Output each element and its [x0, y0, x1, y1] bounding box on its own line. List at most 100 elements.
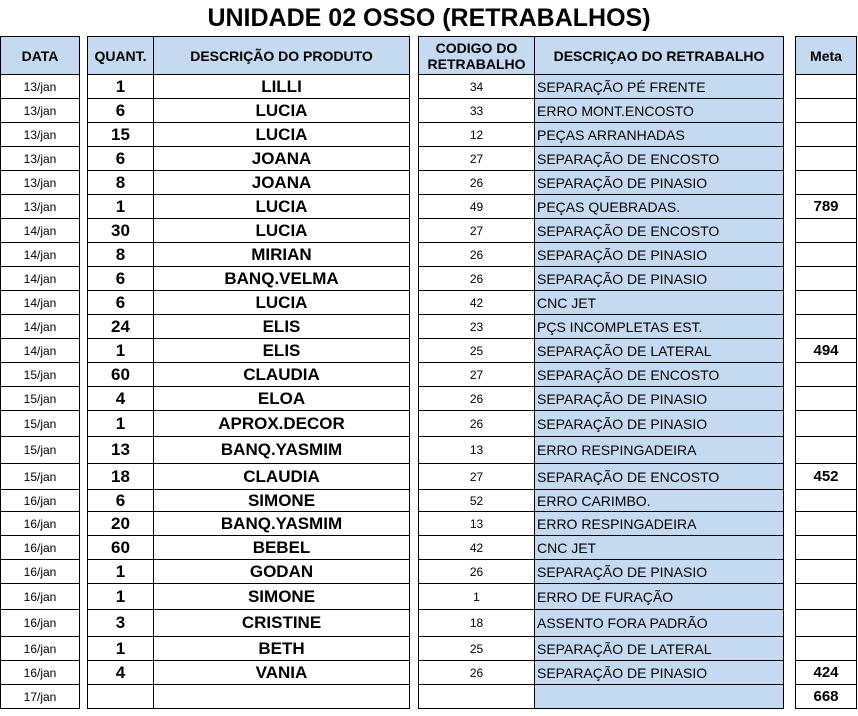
rework-description-cell: SEPARAÇÃO DE PINASIO	[535, 411, 784, 437]
rework-description-cell: ERRO MONT.ENCOSTO	[535, 99, 784, 123]
product-cell: LUCIA	[154, 99, 410, 123]
date-cell: 16/jan	[0, 610, 80, 637]
quantity-cell: 20	[87, 512, 154, 536]
date-cell: 17/jan	[0, 685, 80, 709]
date-cell: 15/jan	[0, 387, 80, 411]
quantity-cell: 1	[87, 584, 154, 610]
header-meta: Meta	[795, 36, 857, 75]
meta-cell: 452	[795, 464, 857, 490]
quantity-cell: 6	[87, 267, 154, 291]
quantity-cell: 1	[87, 339, 154, 363]
product-cell: BANQ.VELMA	[154, 267, 410, 291]
date-cell: 15/jan	[0, 363, 80, 387]
product-cell: VANIA	[154, 661, 410, 685]
meta-cell	[795, 147, 857, 171]
rework-description-cell: SEPARAÇÃO DE LATERAL	[535, 637, 784, 661]
rework-description-cell: ERRO RESPINGADEIRA	[535, 512, 784, 536]
header-desc: DESCRIÇAO DO RETRABALHO	[535, 36, 784, 75]
rework-code-cell: 27	[418, 219, 535, 243]
meta-cell	[795, 387, 857, 411]
product-cell: CLAUDIA	[154, 464, 410, 490]
date-cell: 13/jan	[0, 75, 80, 99]
meta-cell	[795, 610, 857, 637]
quantity-cell: 6	[87, 147, 154, 171]
rework-code-cell: 26	[418, 661, 535, 685]
product-cell: LUCIA	[154, 195, 410, 219]
product-cell: APROX.DECOR	[154, 411, 410, 437]
product-cell: GODAN	[154, 560, 410, 584]
date-cell: 14/jan	[0, 267, 80, 291]
quantity-cell: 8	[87, 243, 154, 267]
rework-description-cell: PEÇAS QUEBRADAS.	[535, 195, 784, 219]
meta-cell	[795, 171, 857, 195]
date-cell: 14/jan	[0, 339, 80, 363]
quantity-cell: 24	[87, 315, 154, 339]
quantity-cell: 4	[87, 661, 154, 685]
date-cell: 16/jan	[0, 560, 80, 584]
rework-code-cell: 23	[418, 315, 535, 339]
rework-code-cell: 34	[418, 75, 535, 99]
meta-cell	[795, 437, 857, 464]
rework-code-cell: 13	[418, 437, 535, 464]
product-cell: BANQ.YASMIM	[154, 437, 410, 464]
meta-cell	[795, 363, 857, 387]
rework-description-cell: SEPARAÇÃO PÉ FRENTE	[535, 75, 784, 99]
meta-cell	[795, 291, 857, 315]
rework-code-cell: 26	[418, 387, 535, 411]
quantity-cell: 13	[87, 437, 154, 464]
product-cell: CLAUDIA	[154, 363, 410, 387]
rework-description-cell: SEPARAÇÃO DE PINASIO	[535, 560, 784, 584]
quantity-cell: 4	[87, 387, 154, 411]
meta-cell	[795, 584, 857, 610]
date-cell: 15/jan	[0, 437, 80, 464]
rework-code-cell: 26	[418, 243, 535, 267]
rework-code-cell: 42	[418, 291, 535, 315]
product-cell	[154, 685, 410, 709]
quantity-cell: 60	[87, 536, 154, 560]
rework-description-cell: CNC JET	[535, 291, 784, 315]
date-cell: 16/jan	[0, 490, 80, 512]
product-cell: ELOA	[154, 387, 410, 411]
quantity-cell: 6	[87, 291, 154, 315]
rework-code-cell: 33	[418, 99, 535, 123]
product-cell: CRISTINE	[154, 610, 410, 637]
date-cell: 16/jan	[0, 661, 80, 685]
product-cell: SIMONE	[154, 490, 410, 512]
rework-code-cell: 13	[418, 512, 535, 536]
product-cell: ELIS	[154, 315, 410, 339]
rework-description-cell: PEÇAS ARRANHADAS	[535, 123, 784, 147]
rework-code-cell: 26	[418, 411, 535, 437]
rework-description-cell: SEPARAÇÃO DE PINASIO	[535, 267, 784, 291]
rework-code-cell: 27	[418, 464, 535, 490]
rework-code-cell: 27	[418, 147, 535, 171]
rework-code-cell: 52	[418, 490, 535, 512]
rework-description-cell: SEPARAÇÃO DE ENCOSTO	[535, 363, 784, 387]
date-cell: 15/jan	[0, 464, 80, 490]
meta-cell	[795, 536, 857, 560]
rework-code-cell: 49	[418, 195, 535, 219]
date-cell: 13/jan	[0, 147, 80, 171]
quantity-cell: 8	[87, 171, 154, 195]
rework-description-cell	[535, 685, 784, 709]
meta-cell	[795, 490, 857, 512]
rework-description-cell: ERRO RESPINGADEIRA	[535, 437, 784, 464]
rework-code-cell	[418, 685, 535, 709]
quantity-cell: 30	[87, 219, 154, 243]
meta-cell: 789	[795, 195, 857, 219]
quantity-cell: 6	[87, 490, 154, 512]
quantity-cell: 15	[87, 123, 154, 147]
rework-code-cell: 26	[418, 171, 535, 195]
header-product: DESCRIÇÃO DO PRODUTO	[154, 36, 410, 75]
rework-description-cell: SEPARAÇÃO DE PINASIO	[535, 243, 784, 267]
meta-cell: 668	[795, 685, 857, 709]
date-cell: 16/jan	[0, 512, 80, 536]
meta-cell: 424	[795, 661, 857, 685]
date-cell: 16/jan	[0, 584, 80, 610]
rework-description-cell: SEPARAÇÃO DE ENCOSTO	[535, 464, 784, 490]
rework-code-cell: 18	[418, 610, 535, 637]
meta-cell	[795, 267, 857, 291]
quantity-cell: 18	[87, 464, 154, 490]
rework-description-cell: SEPARAÇÃO DE PINASIO	[535, 171, 784, 195]
rework-code-cell: 26	[418, 267, 535, 291]
meta-cell	[795, 560, 857, 584]
